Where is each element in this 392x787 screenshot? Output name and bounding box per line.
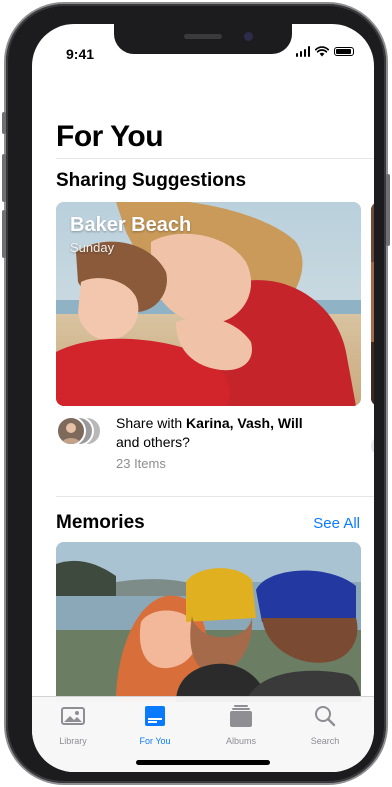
front-camera: [244, 32, 253, 41]
item-count: 23 Items: [116, 456, 166, 471]
albums-icon: [230, 705, 252, 727]
battery-icon: [334, 47, 354, 56]
search-icon: [315, 706, 336, 727]
share-prefix: Share with: [116, 415, 187, 431]
next-card-peek[interactable]: [371, 202, 374, 406]
cellular-signal-icon: [295, 46, 310, 57]
tab-albums[interactable]: Albums: [206, 705, 276, 746]
for-you-icon: [145, 706, 165, 726]
tab-label: For You: [139, 736, 171, 746]
next-card-avatar-peek: [371, 436, 374, 456]
share-text: Share with Karina, Vash, Will and others…: [116, 414, 303, 452]
section-divider: [56, 496, 374, 497]
tab-label: Search: [310, 736, 340, 746]
screen: 9:41 For You Sharing Suggestions Baker B…: [32, 24, 374, 772]
next-card-photo: [371, 202, 374, 406]
title-divider: [56, 158, 374, 159]
card-title: Baker Beach: [70, 214, 192, 236]
memory-photo: [56, 542, 361, 702]
card-subtitle: Sunday: [70, 240, 115, 255]
tab-for-you[interactable]: For You: [120, 705, 190, 746]
tab-search[interactable]: Search: [290, 705, 360, 746]
memories-title: Memories: [56, 512, 145, 533]
share-suffix: and others?: [116, 434, 190, 450]
tab-label: Albums: [225, 736, 256, 746]
sharing-suggestions-title: Sharing Suggestions: [56, 170, 247, 191]
tab-label: Library: [59, 736, 87, 746]
avatar: [56, 416, 86, 446]
wifi-icon: [315, 46, 329, 57]
side-button: [386, 174, 390, 246]
share-suggestion-row[interactable]: Share with Karina, Vash, Will and others…: [56, 412, 366, 472]
tab-library[interactable]: Library: [38, 705, 108, 746]
memory-card[interactable]: [56, 542, 361, 702]
speaker: [184, 34, 222, 39]
home-indicator[interactable]: [136, 760, 270, 765]
share-names: Karina, Vash, Will: [186, 415, 303, 431]
notch: [114, 24, 292, 54]
status-icons: [295, 46, 354, 57]
volume-up-button: [2, 154, 6, 202]
volume-down-button: [2, 210, 6, 258]
device-frame: 9:41 For You Sharing Suggestions Baker B…: [2, 4, 390, 783]
status-time: 9:41: [66, 46, 95, 62]
sharing-suggestion-card[interactable]: Baker Beach Sunday: [56, 202, 361, 406]
avatar-stack: [56, 416, 110, 450]
mute-switch: [2, 112, 6, 134]
see-all-link[interactable]: See All: [313, 515, 360, 532]
page-title: For You: [56, 120, 164, 153]
photo-icon: [61, 707, 85, 725]
